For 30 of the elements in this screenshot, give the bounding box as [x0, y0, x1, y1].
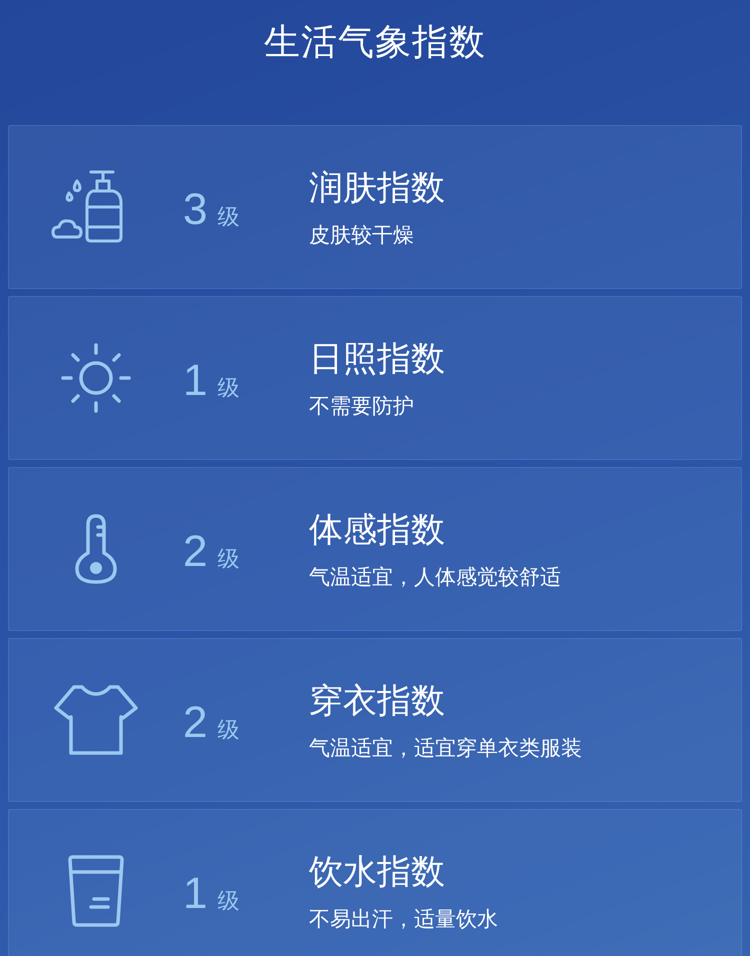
level-number: 2: [183, 527, 208, 577]
level-unit: 级: [217, 888, 240, 916]
index-card[interactable]: 1 级 日照指数 不需要防护: [8, 296, 742, 460]
index-card[interactable]: 1 级 饮水指数 不易出汗，适量饮水: [8, 809, 742, 956]
index-name: 润肤指数: [309, 167, 446, 210]
index-advice: 不易出汗，适量饮水: [309, 906, 499, 933]
index-advice: 气温适宜，人体感觉较舒适: [309, 564, 562, 591]
level-number: 3: [183, 185, 208, 235]
level-unit: 级: [217, 546, 240, 574]
index-name: 饮水指数: [309, 851, 446, 894]
sun-icon: [60, 342, 132, 414]
index-name: 日照指数: [309, 338, 446, 381]
index-card[interactable]: 2 级 体感指数 气温适宜，人体感觉较舒适: [8, 467, 742, 631]
page-title: 生活气象指数: [263, 20, 487, 64]
level-number: 1: [183, 869, 208, 919]
level-unit: 级: [217, 717, 240, 745]
cup-icon: [66, 854, 126, 928]
level-unit: 级: [217, 375, 240, 403]
level-number: 1: [183, 356, 208, 406]
index-name: 穿衣指数: [309, 680, 446, 723]
index-card[interactable]: 3 级 润肤指数 皮肤较干燥: [8, 125, 742, 289]
index-name: 体感指数: [309, 509, 446, 552]
level-number: 2: [183, 698, 208, 748]
index-card[interactable]: 2 级 穿衣指数 气温适宜，适宜穿单衣类服装: [8, 638, 742, 802]
index-advice: 皮肤较干燥: [309, 222, 415, 249]
level-unit: 级: [217, 204, 240, 232]
thermometer-icon: [73, 513, 119, 585]
index-advice: 气温适宜，适宜穿单衣类服装: [309, 735, 583, 762]
index-advice: 不需要防护: [309, 393, 415, 420]
t-shirt-icon: [54, 684, 138, 756]
